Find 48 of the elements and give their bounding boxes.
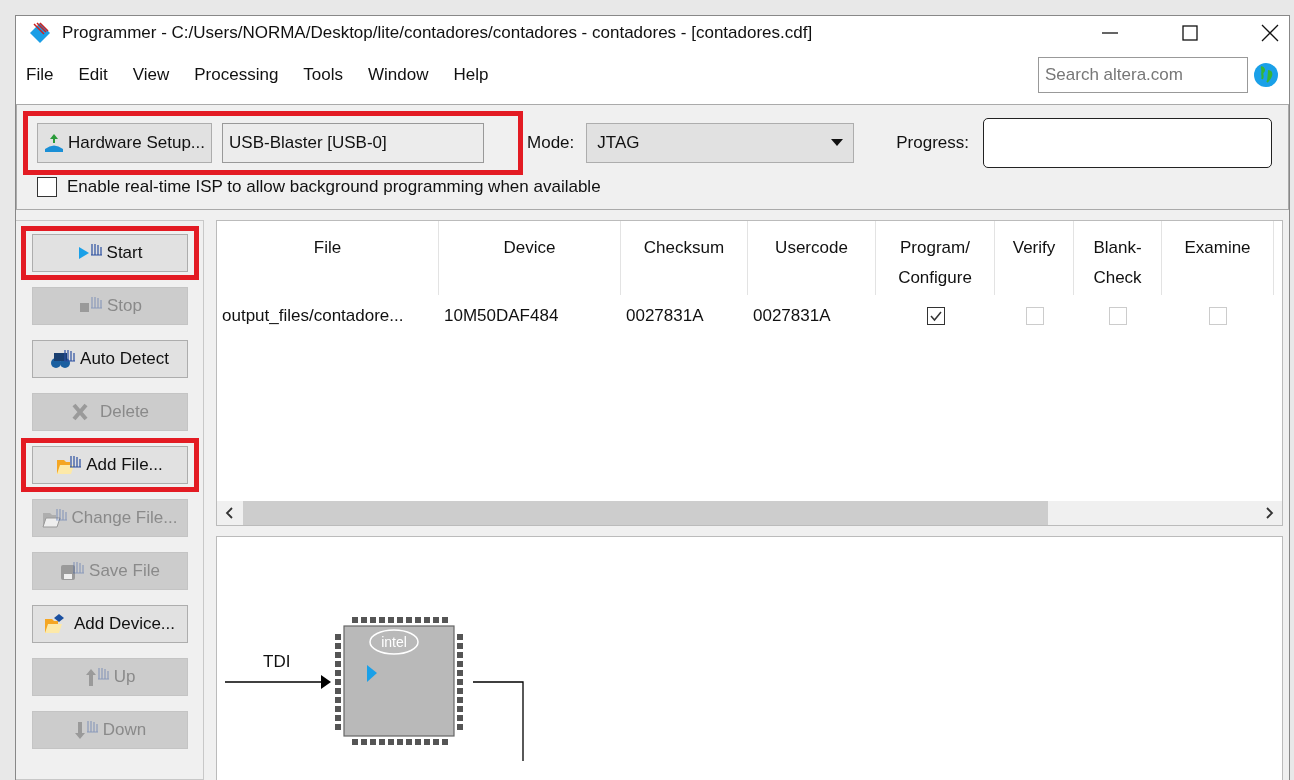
action-button[interactable]: Auto Detect	[31, 340, 188, 378]
column-header[interactable]: Examine	[1162, 221, 1274, 295]
window-title: Programmer - C:/Users/NORMA/Desktop/lite/contadores/contadores - contadores - [contadores.cdf]	[62, 23, 814, 43]
menu-item[interactable]: File	[26, 65, 54, 85]
table-cell: 0027831A	[753, 306, 831, 325]
table-checkbox[interactable]	[926, 307, 945, 325]
save-icon	[59, 560, 86, 582]
action-button[interactable]: Add Device...	[31, 605, 188, 643]
hardware-icon	[44, 133, 64, 153]
column-header[interactable]: Device	[439, 221, 621, 295]
column-header[interactable]: Blank- Check	[1074, 221, 1162, 295]
globe-icon[interactable]	[1253, 62, 1279, 88]
column-header[interactable]: Usercode	[748, 221, 876, 295]
isp-checkbox[interactable]	[37, 177, 57, 197]
folder-icon	[41, 507, 68, 529]
column-header[interactable]: File	[217, 221, 439, 295]
action-button[interactable]: Add File...	[31, 446, 188, 484]
up-arrow-icon	[83, 666, 110, 688]
column-header[interactable]: Checksum	[621, 221, 748, 295]
close-icon[interactable]	[1261, 24, 1279, 42]
table-cell: output_files/contadore...	[222, 306, 404, 325]
mode-label: Mode:	[527, 133, 575, 153]
progress-label: Progress:	[896, 133, 969, 153]
menu-item[interactable]: Tools	[303, 65, 344, 85]
menu-item[interactable]: Edit	[78, 65, 108, 85]
menu-item[interactable]: Window	[368, 65, 429, 85]
hardware-field: USB-Blaster [USB-0]	[222, 123, 484, 163]
search-field[interactable]: Search altera.com	[1038, 57, 1248, 93]
chip-drawing: intel	[335, 617, 465, 747]
binoculars-icon	[50, 348, 77, 370]
down-arrow-icon	[72, 719, 99, 741]
table-cell: 0027831A	[626, 306, 704, 325]
app-logo-icon	[28, 21, 52, 45]
table-cell: 10M50DAF484	[444, 306, 559, 325]
column-header[interactable]: Verify	[995, 221, 1074, 295]
mode-dropdown[interactable]: JTAG	[586, 123, 855, 163]
column-header[interactable]: Program/ Configure	[876, 221, 995, 295]
menu-item[interactable]: Help	[453, 65, 489, 85]
maximize-icon[interactable]	[1181, 24, 1199, 42]
hardware-setup-button[interactable]: Hardware Setup...	[37, 123, 212, 163]
menu-item[interactable]: View	[132, 65, 170, 85]
dropdown-caret-icon	[831, 139, 844, 147]
isp-label: Enable real-time ISP to allow background programming when available	[67, 177, 601, 197]
folder-icon	[56, 454, 83, 476]
action-button[interactable]: Start	[31, 234, 188, 272]
horizontal-scrollbar[interactable]	[217, 501, 1282, 525]
tdi-label: TDI	[263, 652, 291, 672]
menu-item[interactable]: Processing	[194, 65, 279, 85]
